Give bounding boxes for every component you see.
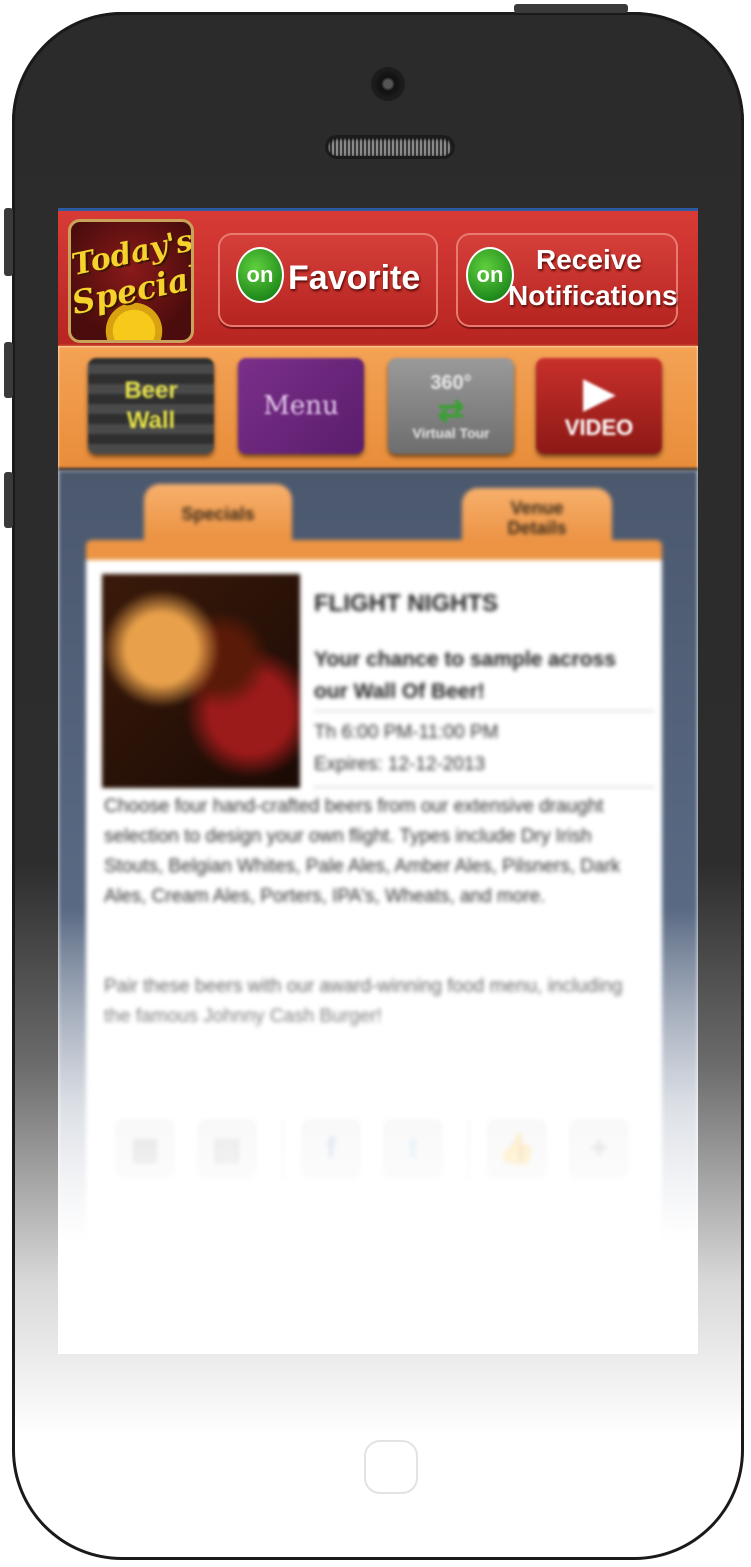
home-button[interactable]: [364, 1440, 418, 1494]
tour-arrows-icon: ⇄: [437, 391, 465, 428]
tab-specials[interactable]: Specials: [144, 484, 292, 544]
virtual-tour-label: Virtual Tour: [412, 424, 490, 441]
todays-specials-logo[interactable]: Today's Specials: [68, 219, 194, 343]
header-bar: Today's Specials on Favorite on Receive …: [58, 208, 698, 346]
video-label: VIDEO: [564, 415, 634, 440]
favorite-label: Favorite: [288, 259, 421, 297]
notifications-toggle[interactable]: on: [466, 247, 514, 303]
special-description: Choose four hand-crafted beers from our …: [104, 796, 621, 907]
specials-content: Specials Venue Details FLIGHT NIGHTS You…: [58, 470, 698, 1354]
divider: [314, 786, 654, 788]
speaker-grille: [328, 138, 452, 156]
page-dot[interactable]: [369, 1258, 379, 1268]
video-play-icon: ▶: [583, 371, 615, 415]
page-dot[interactable]: [313, 1258, 323, 1268]
volume-down-button: [4, 472, 13, 528]
like-icon[interactable]: 👍: [488, 1120, 546, 1178]
nav-call[interactable]: Call: [69, 1298, 207, 1354]
nav-check-in[interactable]: Check In: [389, 1298, 527, 1354]
page-indicator: [86, 1250, 662, 1276]
special-description-2: Pair these beers with our award-winning …: [104, 976, 623, 1027]
nav-invite[interactable]: Invite: [229, 1298, 367, 1354]
venue-details-label-1: Venue: [510, 498, 564, 518]
venue-details-label-2: Details: [507, 518, 567, 538]
video-tile[interactable]: ▶ VIDEO: [536, 358, 662, 454]
favorite-button[interactable]: on Favorite: [218, 233, 438, 327]
beer-flight-photo: [102, 574, 300, 788]
mute-switch: [4, 208, 13, 276]
beer-wall-tile[interactable]: Beer Wall: [88, 358, 214, 454]
notifications-label-line-2: Notifications: [508, 280, 678, 311]
receive-notifications-button[interactable]: on Receive Notifications: [456, 233, 678, 327]
twitter-icon[interactable]: t: [384, 1120, 442, 1178]
camera-icon: [374, 70, 402, 98]
app-screen: Today's Specials on Favorite on Receive …: [58, 208, 698, 1354]
virtual-tour-tile[interactable]: 360° ⇄ Virtual Tour: [388, 358, 514, 454]
power-button: [514, 4, 628, 13]
special-card: FLIGHT NIGHTS Your chance to sample acro…: [86, 560, 662, 1260]
beer-wall-label-2: Wall: [126, 407, 176, 434]
menu-label: Menu: [263, 391, 339, 421]
page-dot[interactable]: [341, 1258, 351, 1268]
special-title: FLIGHT NIGHTS: [314, 590, 498, 617]
special-subtitle: Your chance to sample across our Wall Of…: [314, 648, 616, 703]
calendar-icon[interactable]: ▤: [198, 1120, 256, 1178]
bottom-nav: Call Invite Check In Map: [58, 1290, 698, 1354]
favorite-heart-toggle[interactable]: on: [236, 247, 284, 303]
page-dot-active[interactable]: [397, 1258, 407, 1268]
google-plus-icon[interactable]: +: [570, 1120, 628, 1178]
special-expires: Expires: 12-12-2013: [314, 754, 486, 775]
page-dot[interactable]: [425, 1258, 435, 1268]
divider: [468, 1120, 470, 1180]
qr-code-icon[interactable]: ▦: [116, 1120, 174, 1178]
volume-up-button: [4, 342, 13, 398]
facebook-icon[interactable]: f: [302, 1120, 360, 1178]
special-time: Th 6:00 PM-11:00 PM: [314, 722, 499, 743]
nav-map[interactable]: Map: [549, 1298, 687, 1354]
divider: [282, 1120, 284, 1180]
beer-wall-label-1: Beer: [124, 377, 178, 404]
card-header-strip: [86, 540, 662, 562]
divider: [314, 710, 654, 712]
menu-tile[interactable]: Menu: [238, 358, 364, 454]
tab-venue-details[interactable]: Venue Details: [462, 488, 612, 548]
notifications-label-line-1: Receive: [536, 244, 642, 275]
feature-tiles-bar: Beer Wall Menu 360° ⇄ Virtual Tour ▶ VID…: [58, 346, 698, 471]
